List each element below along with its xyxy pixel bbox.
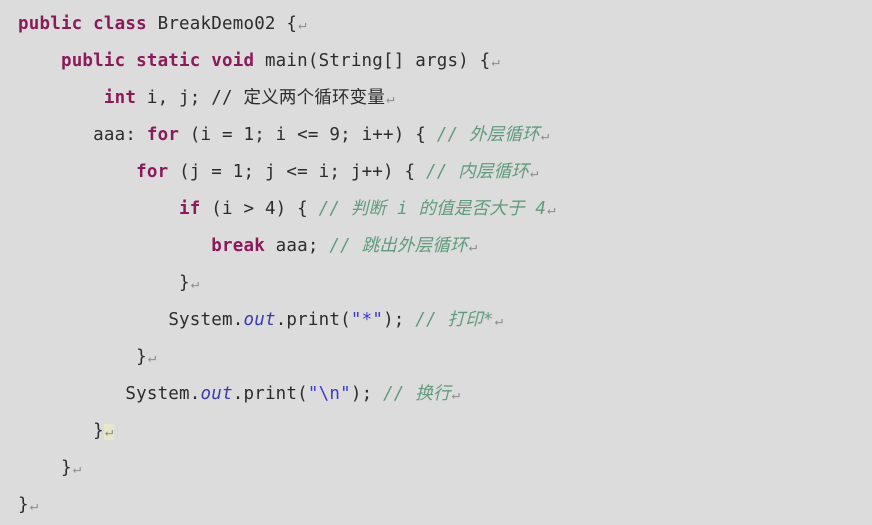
carriage-return-icon: ↵	[29, 498, 39, 514]
carriage-return-icon: ↵	[298, 17, 307, 33]
code-line[interactable]: int i, j; // 定义两个循环变量↵	[18, 80, 872, 117]
code-token-keyword: public class	[18, 14, 158, 34]
code-token-field: out	[200, 384, 233, 404]
code-token-comment: // 外层循环	[426, 125, 540, 145]
carriage-return-icon: ↵	[547, 202, 556, 218]
carriage-return-icon: ↵	[386, 91, 395, 107]
code-line[interactable]: break aaa; // 跳出外层循环↵	[18, 228, 872, 265]
carriage-return-icon: ↵	[147, 350, 157, 366]
code-token-comment: // 跳出外层循环	[318, 236, 468, 256]
code-token-comment: // 换行	[372, 384, 451, 404]
carriage-return-icon: ↵	[468, 239, 478, 255]
carriage-return-icon: ↵	[451, 387, 461, 403]
code-line[interactable]: public static void main(String[] args) {…	[18, 43, 872, 80]
code-line[interactable]: }↵	[18, 413, 872, 450]
code-token-field: out	[243, 310, 276, 330]
code-line[interactable]: }↵	[18, 265, 872, 302]
code-line[interactable]: if (i > 4) { // 判断 i 的值是否大于 4↵	[18, 191, 872, 228]
code-line[interactable]: aaa: for (i = 1; i <= 9; i++) { // 外层循环↵	[18, 117, 872, 154]
code-line[interactable]: }↵	[18, 450, 872, 487]
code-token-plain: }	[179, 273, 190, 293]
code-token-string: "*"	[350, 310, 384, 330]
code-line[interactable]: System.out.print("\n"); // 换行↵	[18, 376, 872, 413]
carriage-return-icon: ↵	[530, 165, 539, 181]
code-token-plain: .print(	[232, 384, 308, 404]
code-token-plain: }	[136, 347, 147, 367]
code-token-plain: aaa;	[264, 236, 319, 256]
code-line[interactable]: }↵	[18, 339, 872, 376]
code-line[interactable]: for (j = 1; j <= i; j++) { // 内层循环↵	[18, 154, 872, 191]
code-token-plain: .print(	[275, 310, 351, 330]
code-token-plain: (i = 1; i <= 9; i++) {	[179, 125, 426, 145]
code-line[interactable]: System.out.print("*"); // 打印*↵	[18, 302, 872, 339]
carriage-return-icon: ↵	[540, 128, 550, 144]
code-token-plain: (i > 4) {	[200, 199, 308, 219]
code-token-plain: i, j; // 定义两个循环变量	[136, 88, 386, 108]
code-token-plain: );	[350, 384, 373, 404]
carriage-return-icon: ↵	[72, 461, 82, 477]
code-token-plain: }	[93, 421, 104, 441]
code-token-comment: // 判断 i 的值是否大于 4	[307, 199, 547, 219]
code-listing[interactable]: public class BreakDemo02 {↵ public stati…	[0, 0, 872, 524]
code-token-keyword: for	[146, 125, 180, 145]
code-token-keyword: break	[211, 236, 265, 256]
code-line[interactable]: }↵	[18, 487, 872, 524]
code-token-keyword: public static void	[60, 51, 265, 71]
code-token-plain: );	[383, 310, 405, 330]
code-token-plain: System.	[125, 384, 201, 404]
carriage-return-icon: ↵	[103, 424, 114, 440]
code-token-plain: System.	[168, 310, 244, 330]
code-token-keyword: int	[103, 88, 137, 108]
code-token-plain: aaa:	[93, 125, 147, 145]
code-token-plain: }	[60, 458, 72, 478]
carriage-return-icon: ↵	[494, 313, 504, 329]
code-token-keyword: for	[136, 162, 169, 182]
carriage-return-icon: ↵	[491, 54, 501, 70]
carriage-return-icon: ↵	[190, 276, 200, 292]
code-token-string: "\n"	[307, 384, 351, 404]
code-token-comment: // 打印*	[404, 310, 494, 330]
code-token-plain: main(String[] args) {	[264, 51, 491, 71]
code-token-plain: (j = 1; j <= i; j++) {	[168, 162, 416, 182]
code-line[interactable]: public class BreakDemo02 {↵	[18, 6, 872, 43]
code-token-plain: BreakDemo02 {	[157, 14, 298, 34]
code-token-comment: // 内层循环	[415, 162, 530, 182]
code-token-keyword: if	[179, 199, 201, 219]
code-token-plain: }	[18, 495, 29, 515]
